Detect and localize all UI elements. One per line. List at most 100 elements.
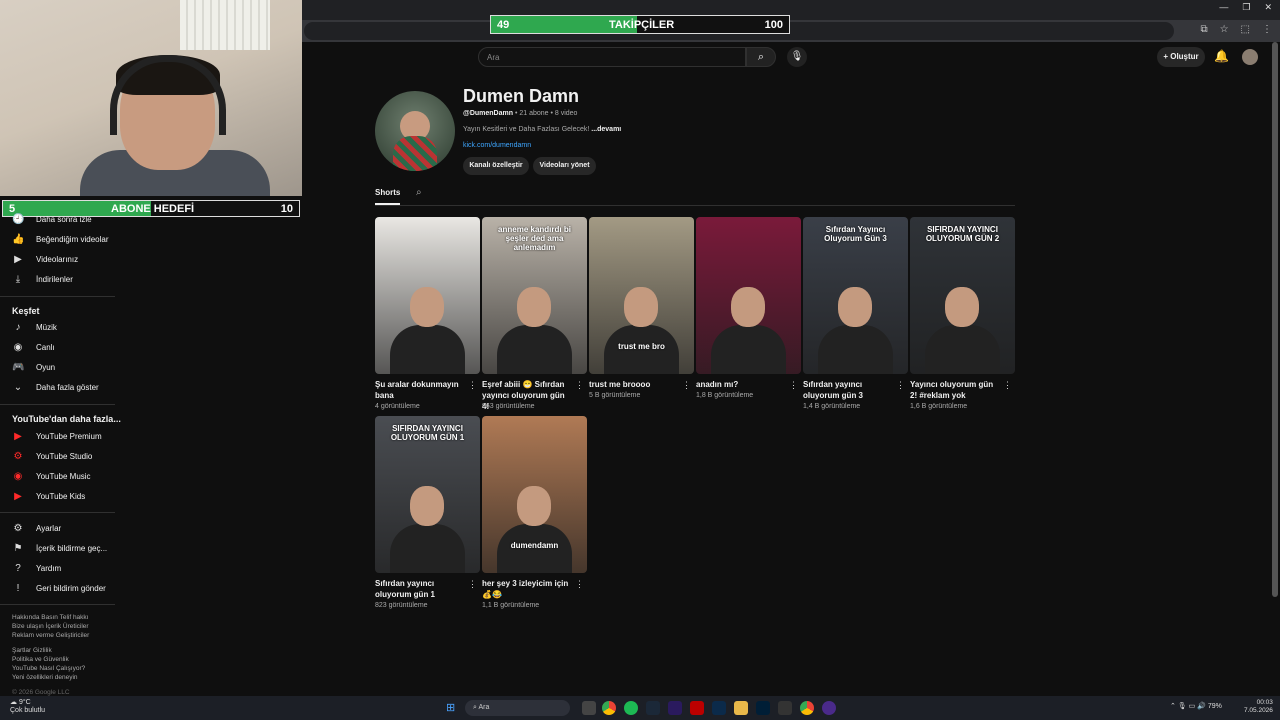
short-thumbnail[interactable]: trust me bro xyxy=(589,217,694,374)
short-thumbnail[interactable]: dumendamn xyxy=(482,416,587,573)
short-card[interactable]: Şu aralar dokunmayın bana ⋮ 4 görüntüleme xyxy=(375,217,480,410)
file-explorer-icon[interactable] xyxy=(582,701,596,715)
search-button[interactable]: ⌕ xyxy=(746,47,776,67)
short-thumbnail[interactable]: Sıfırdan Yayıncı Oluyorum Gün 3 xyxy=(803,217,908,374)
sidebar-item-youtube-music[interactable]: ◉ YouTube Music xyxy=(12,468,91,484)
short-thumbnail[interactable]: SIFIRDAN YAYINCI OLUYORUM GÜN 2 xyxy=(910,217,1015,374)
extensions-icon[interactable]: ⬚ xyxy=(1241,24,1250,35)
sidebar-item-help[interactable]: ? Yardım xyxy=(12,560,61,576)
sidebar-item-liked[interactable]: 👍 Beğendiğim videolar xyxy=(12,231,109,247)
lightroom-icon[interactable] xyxy=(712,701,726,715)
bell-icon[interactable]: 🔔 xyxy=(1214,49,1229,63)
sidebar-item-report-history[interactable]: ⚑ İçerik bildirme geç... xyxy=(12,540,108,556)
footer-links[interactable]: YouTube Nasıl Çalışıyor? xyxy=(12,665,85,672)
window-controls: — ❐ ✕ xyxy=(1219,2,1272,13)
short-title[interactable]: Sıfırdan yayıncı oluyorum gün 3 xyxy=(803,379,893,401)
close-icon[interactable]: ✕ xyxy=(1264,2,1272,13)
short-thumbnail[interactable] xyxy=(696,217,801,374)
short-thumbnail[interactable]: SIFIRDAN YAYINCI OLUYORUM GÜN 1 xyxy=(375,416,480,573)
folder-icon[interactable] xyxy=(734,701,748,715)
sidebar-item-send-feedback[interactable]: ! Geri bildirim gönder xyxy=(12,580,106,596)
windows-start-icon[interactable]: ⊞ xyxy=(446,701,455,714)
short-card[interactable]: Sıfırdan Yayıncı Oluyorum Gün 3 Sıfırdan … xyxy=(803,217,908,410)
footer-links[interactable]: Yeni özellikleri deneyin xyxy=(12,674,78,681)
minimize-icon[interactable]: — xyxy=(1219,2,1228,13)
more-options-icon[interactable]: ⋮ xyxy=(789,380,798,391)
more-options-icon[interactable]: ⋮ xyxy=(1003,380,1012,391)
sidebar-heading-more-from-youtube: YouTube'dan daha fazla... xyxy=(12,414,121,424)
menu-icon[interactable]: ⋮ xyxy=(1262,24,1272,35)
more-options-icon[interactable]: ⋮ xyxy=(575,579,584,590)
sidebar-item-youtube-studio[interactable]: ⚙ YouTube Studio xyxy=(12,448,93,464)
create-button[interactable]: + Oluştur xyxy=(1157,47,1205,67)
obs-icon[interactable] xyxy=(822,701,836,715)
page-scrollbar[interactable] xyxy=(1272,42,1278,597)
short-views: 963 görüntüleme xyxy=(482,403,535,410)
short-title[interactable]: her şey 3 izleyicim için 💰😂 xyxy=(482,578,572,600)
short-card[interactable]: SIFIRDAN YAYINCI OLUYORUM GÜN 1 Sıfırdan … xyxy=(375,416,480,609)
footer-links[interactable]: Şartlar Gizlilik xyxy=(12,647,52,654)
steam-icon[interactable] xyxy=(646,701,660,715)
more-options-icon[interactable]: ⋮ xyxy=(682,380,691,391)
short-card[interactable]: dumendamn her şey 3 izleyicim için 💰😂 ⋮ 1,1… xyxy=(482,416,587,609)
footer-links[interactable]: Hakkında Basın Telif hakkı xyxy=(12,614,88,621)
short-title[interactable]: trust me broooo xyxy=(589,379,679,390)
short-thumbnail[interactable] xyxy=(375,217,480,374)
channel-description-more[interactable]: ...devamı xyxy=(591,126,621,133)
search-input[interactable]: Ara xyxy=(478,47,746,67)
chevron-down-icon: ⌄ xyxy=(13,381,23,393)
short-title[interactable]: anadın mı? xyxy=(696,379,786,390)
star-icon[interactable]: ☆ xyxy=(1220,24,1229,35)
channel-description[interactable]: Yayın Kesitleri ve Daha Fazlası Gelecek!… xyxy=(463,126,621,133)
valorant-icon[interactable] xyxy=(690,701,704,715)
account-avatar[interactable] xyxy=(1242,49,1258,65)
photoshop-icon[interactable] xyxy=(756,701,770,715)
customize-channel-button[interactable]: Kanalı özelleştir xyxy=(463,157,529,175)
footer-links[interactable]: Reklam verme Geliştiriciler xyxy=(12,632,89,639)
channel-link[interactable]: kick.com/dumendamn xyxy=(463,142,531,149)
sidebar-item-watch-later[interactable]: 🕘 Daha sonra izle xyxy=(12,211,92,227)
footer-links[interactable]: Politika ve Güvenlik xyxy=(12,656,69,663)
short-title[interactable]: Sıfırdan yayıncı oluyorum gün 1 xyxy=(375,578,465,600)
more-options-icon[interactable]: ⋮ xyxy=(575,380,584,391)
voice-search-button[interactable]: 🎙 xyxy=(787,47,807,67)
more-options-icon[interactable]: ⋮ xyxy=(468,380,477,391)
copyright: © 2026 Google LLC xyxy=(12,689,70,696)
sidebar-item-youtube-kids[interactable]: ▶ YouTube Kids xyxy=(12,488,85,504)
short-title[interactable]: Şu aralar dokunmayın bana xyxy=(375,379,465,401)
more-options-icon[interactable]: ⋮ xyxy=(896,380,905,391)
taskbar-search[interactable]: ⌕ Ara xyxy=(465,700,570,716)
short-title[interactable]: Yayıncı oluyorum gün 2! #reklam yok xyxy=(910,379,1000,401)
chrome-icon[interactable] xyxy=(602,701,616,715)
sidebar-item-show-more[interactable]: ⌄ Daha fazla göster xyxy=(12,379,99,395)
sidebar-item-youtube-premium[interactable]: ▶ YouTube Premium xyxy=(12,428,102,444)
tab-shorts[interactable]: Shorts xyxy=(375,188,400,197)
sidebar-item-gaming[interactable]: 🎮 Oyun xyxy=(12,359,55,375)
more-options-icon[interactable]: ⋮ xyxy=(468,579,477,590)
sidebar-item-your-videos[interactable]: ▶ Videolarınız xyxy=(12,251,78,267)
restore-icon[interactable]: ❐ xyxy=(1242,2,1250,13)
sidebar-item-live[interactable]: ◉ Canlı xyxy=(12,339,55,355)
install-icon[interactable]: ⧉ xyxy=(1200,24,1207,35)
short-thumbnail[interactable]: anneme kandırdı bi şeşler ded ama anlema… xyxy=(482,217,587,374)
short-card[interactable]: SIFIRDAN YAYINCI OLUYORUM GÜN 2 Yayıncı o… xyxy=(910,217,1015,410)
app-icon[interactable] xyxy=(778,701,792,715)
weather-widget[interactable]: ☁ 9°C Çok bulutlu xyxy=(10,699,45,715)
search-icon[interactable]: ⌕ xyxy=(416,187,422,198)
premiere-icon[interactable] xyxy=(668,701,682,715)
system-tray[interactable]: ⌃ 🎙 ▭ 🔊 79% xyxy=(1170,702,1222,710)
short-card[interactable]: anadın mı? ⋮ 1,8 B görüntüleme xyxy=(696,217,801,399)
taskbar-clock[interactable]: 00:03 7.05.2026 xyxy=(1244,699,1273,715)
sidebar-item-music[interactable]: ♪ Müzik xyxy=(12,319,57,335)
sidebar-item-label: YouTube Kids xyxy=(36,491,86,501)
thumbnail-caption: anneme kandırdı bi şeşler ded ama anlema… xyxy=(498,225,571,252)
short-card[interactable]: trust me bro trust me broooo ⋮ 5 B görüntül… xyxy=(589,217,694,399)
sidebar-item-downloads[interactable]: ⤓ İndirilenler xyxy=(12,271,73,287)
manage-videos-button[interactable]: Videoları yönet xyxy=(533,157,596,175)
spotify-icon[interactable] xyxy=(624,701,638,715)
chrome-icon[interactable] xyxy=(800,701,814,715)
short-card[interactable]: anneme kandırdı bi şeşler ded ama anlema… xyxy=(482,217,587,411)
channel-avatar[interactable] xyxy=(375,91,455,171)
sidebar-item-settings[interactable]: ⚙ Ayarlar xyxy=(12,520,62,536)
footer-links[interactable]: Bize ulaşın İçerik Üreticiler xyxy=(12,623,89,630)
